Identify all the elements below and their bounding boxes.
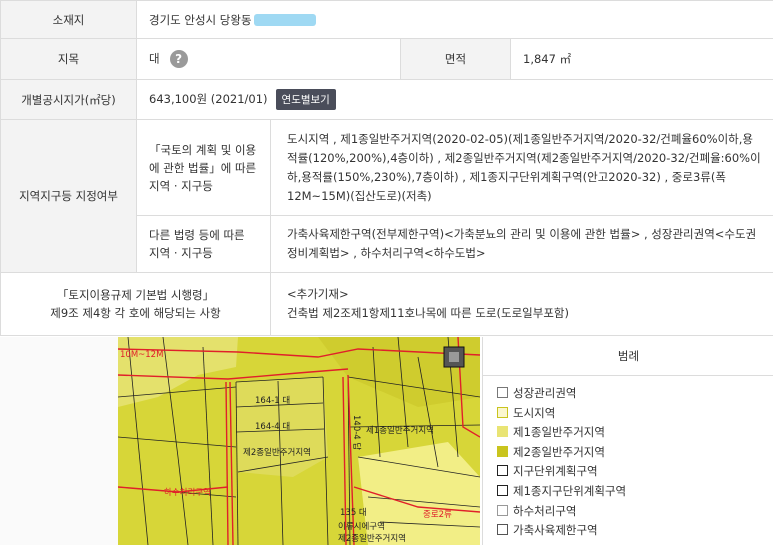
row-regulation: 「토지이용규제 기본법 시행령」 제9조 제4항 각 호에 해당되는 사항 <추… bbox=[0, 272, 773, 336]
legend-swatch bbox=[497, 387, 508, 398]
row-land-category: 지목 대? 면적 1,847 ㎡ bbox=[0, 38, 773, 80]
regulation-label: 「토지이용규제 기본법 시행령」 제9조 제4항 각 호에 해당되는 사항 bbox=[0, 272, 271, 336]
legend-item-zone1-residential: 제1종일반주거지역 bbox=[483, 423, 773, 443]
yearly-view-button[interactable]: 연도별보기 bbox=[275, 89, 336, 110]
map-label-width: 10M~12M bbox=[120, 350, 163, 360]
legend-label: 가축사육제한구역 bbox=[513, 523, 598, 538]
legend-panel: 범례 성장관리권역 도시지역 제1종일반주거지역 제2종일반주거지역 지구단위계… bbox=[482, 337, 773, 545]
zoning-sub1-label: 「국토의 계획 및 이용 에 관한 법률」에 따른 지역 · 지구등 bbox=[136, 119, 271, 216]
land-use-map[interactable]: 164-1 대 164-4 대 140-4 답 135 대 제2종일반주거지역 … bbox=[118, 337, 480, 545]
official-price-label: 개별공시지가(㎡당) bbox=[0, 79, 137, 120]
legend-label: 제1종일반주거지역 bbox=[513, 425, 605, 440]
land-category-label: 지목 bbox=[0, 38, 137, 80]
land-use-plan-page: 소재지 경기도 안성시 당왕동 지목 대? 면적 1,847 ㎡ 개별공시지가(… bbox=[0, 0, 773, 545]
row-zoning-1: 지역지구등 지정여부 「국토의 계획 및 이용 에 관한 법률」에 따른 지역 … bbox=[0, 119, 773, 273]
land-info-table: 소재지 경기도 안성시 당왕동 지목 대? 면적 1,847 ㎡ 개별공시지가(… bbox=[0, 0, 773, 336]
map-control-inner bbox=[449, 352, 459, 362]
location-label: 소재지 bbox=[0, 0, 137, 39]
land-category-cell: 대? bbox=[136, 38, 401, 80]
zoning-sub2-value: 가축사육제한구역(전부제한구역)<가축분뇨의 관리 및 이용에 관한 법률> ,… bbox=[269, 215, 773, 273]
legend-list: 성장관리권역 도시지역 제1종일반주거지역 제2종일반주거지역 지구단위계획구역… bbox=[483, 376, 773, 541]
legend-label: 성장관리권역 bbox=[513, 386, 577, 400]
legend-label: 지구단위계획구역 bbox=[513, 464, 598, 479]
legend-label: 제2종일반주거지역 bbox=[513, 444, 605, 459]
legend-swatch bbox=[497, 504, 508, 516]
legend-title: 범례 bbox=[483, 337, 773, 376]
map-label-140-4: 140-4 답 bbox=[351, 415, 362, 450]
map-label-road: 중로2류 bbox=[423, 510, 452, 520]
legend-item-sewage: 하수처리구역 bbox=[483, 502, 773, 522]
regulation-value: <추가기재> 건축법 제2조제1항제11호나목에 따른 도로(도로일부포함) bbox=[269, 272, 773, 336]
zoning-sub1-value: 도시지역 , 제1종일반주거지역(2020-02-05)(제1종일반주거지역/2… bbox=[269, 119, 773, 216]
map-section: 164-1 대 164-4 대 140-4 답 135 대 제2종일반주거지역 … bbox=[0, 337, 773, 545]
map-label-164-4: 164-4 대 bbox=[255, 422, 290, 432]
legend-swatch bbox=[497, 484, 508, 496]
map-left-pane bbox=[0, 337, 119, 545]
legend-swatch bbox=[497, 524, 508, 536]
legend-label: 도시지역 bbox=[513, 405, 556, 420]
official-price-value: 643,100원 (2021/01) bbox=[149, 92, 268, 106]
legend-item-zone2-residential: 제2종일반주거지역 bbox=[483, 443, 773, 463]
map-label-zone2-a: 제2종일반주거지역 bbox=[243, 447, 311, 458]
map-label-zone1: 제1종일반주거지역 bbox=[366, 425, 434, 436]
area-label: 면적 bbox=[400, 38, 511, 80]
legend-item-urban-area: 도시지역 bbox=[483, 404, 773, 424]
row-official-price: 개별공시지가(㎡당) 643,100원 (2021/01) 연도별보기 bbox=[0, 79, 773, 120]
map-label-region: 이류시에구역 bbox=[338, 521, 385, 532]
map-label-sewage: 하수처리구역 bbox=[164, 487, 211, 498]
land-category-value: 대 bbox=[149, 51, 160, 66]
legend-swatch bbox=[497, 445, 508, 457]
map-label-164-1: 164-1 대 bbox=[255, 396, 290, 406]
map-label-135: 135 대 bbox=[340, 508, 367, 518]
legend-label: 하수처리구역 bbox=[513, 503, 577, 518]
legend-item-growth-management: 성장관리권역 bbox=[483, 384, 773, 404]
question-icon[interactable]: ? bbox=[169, 50, 188, 68]
legend-swatch bbox=[497, 406, 508, 418]
area-value: 1,847 ㎡ bbox=[509, 38, 773, 80]
row-location: 소재지 경기도 안성시 당왕동 bbox=[0, 0, 773, 39]
location-value: 경기도 안성시 당왕동 bbox=[149, 12, 252, 27]
legend-item-livestock: 가축사육제한구역 bbox=[483, 521, 773, 541]
redacted-address bbox=[253, 14, 316, 26]
legend-item-district-plan: 지구단위계획구역 bbox=[483, 462, 773, 482]
location-value-cell: 경기도 안성시 당왕동 bbox=[135, 0, 773, 39]
legend-item-district-plan-1: 제1종지구단위계획구역 bbox=[483, 482, 773, 502]
zoning-label: 지역지구등 지정여부 bbox=[0, 119, 137, 273]
zoning-sub2-label: 다른 법령 등에 따른 지역 · 지구등 bbox=[136, 215, 271, 273]
legend-label: 제1종지구단위계획구역 bbox=[513, 483, 627, 498]
map-svg: 164-1 대 164-4 대 140-4 답 135 대 제2종일반주거지역 … bbox=[118, 337, 480, 545]
legend-swatch bbox=[497, 426, 508, 438]
official-price-cell: 643,100원 (2021/01) 연도별보기 bbox=[135, 79, 773, 120]
map-label-zone2-b: 제2종일반주거지역 bbox=[338, 533, 406, 544]
legend-swatch bbox=[497, 465, 508, 477]
